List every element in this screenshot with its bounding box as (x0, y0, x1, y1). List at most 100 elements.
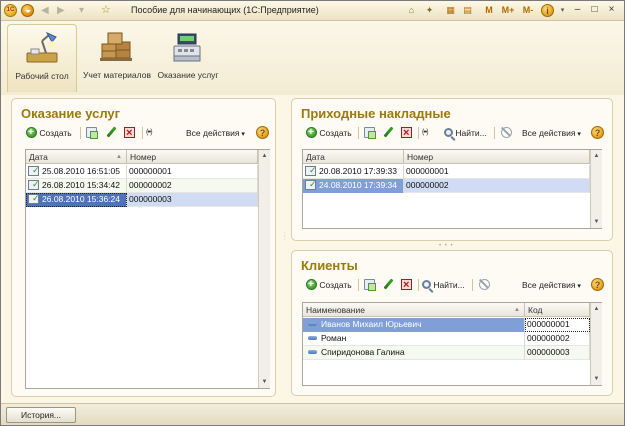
invoices-column-number[interactable]: Номер (404, 150, 590, 164)
clients-copy-button[interactable] (364, 277, 376, 293)
section-desktop[interactable]: Рабочий стол (7, 24, 77, 92)
date-text: 26.08.2010 15:36:24 (42, 194, 120, 204)
clients-toolbar: Создать Найти... Все действия ? (298, 277, 608, 293)
clients-column-code[interactable]: Код (525, 303, 590, 317)
toolbar-separator (358, 279, 359, 291)
invoices-delete-button[interactable] (401, 125, 412, 141)
clients-find-button[interactable]: Найти... (422, 277, 465, 293)
create-icon (26, 125, 37, 141)
scroll-down-icon[interactable]: ▼ (591, 216, 602, 228)
bookmark-icon[interactable]: ✦ (423, 4, 436, 17)
settings-dropdown-icon[interactable]: ▾ (556, 4, 569, 17)
date-cell: 20.08.2010 17:39:33 (303, 165, 404, 179)
calculator-icon[interactable]: ▤ (461, 4, 474, 17)
clients-edit-button[interactable] (383, 277, 394, 293)
name-text: Роман (321, 333, 347, 343)
forward-arrow-icon[interactable]: ▶ (57, 5, 65, 16)
horizontal-splitter[interactable]: • • • (439, 243, 454, 249)
services-all-actions-button[interactable]: Все действия (186, 125, 245, 141)
services-column-date[interactable]: Дата (26, 150, 127, 164)
memory-minus-button[interactable]: M- (520, 4, 536, 17)
invoices-all-actions-button[interactable]: Все действия (522, 125, 581, 141)
clients-panel: Клиенты Создать Найти... Все действия ? … (291, 250, 613, 396)
scroll-up-icon[interactable]: ▲ (259, 150, 270, 162)
services-copy-button[interactable] (86, 125, 98, 141)
scroll-up-icon[interactable]: ▲ (591, 303, 602, 315)
name-cell: Иванов Михаил Юрьевич (303, 318, 525, 332)
services-column-number[interactable]: Номер (127, 150, 258, 164)
code-cell: 000000002 (525, 332, 590, 346)
table-row[interactable]: 26.08.2010 15:34:42 000000002 (26, 179, 258, 193)
favorites-star-icon[interactable]: ☆ (101, 5, 111, 16)
close-icon[interactable]: × (605, 4, 618, 17)
invoices-link-button[interactable] (422, 125, 438, 141)
scroll-down-icon[interactable]: ▼ (259, 376, 270, 388)
invoices-title: Приходные накладные (301, 106, 451, 121)
scroll-up-icon[interactable]: ▲ (591, 150, 602, 162)
toolbar-separator (472, 279, 473, 291)
scroll-down-icon[interactable]: ▼ (591, 373, 602, 385)
info-icon[interactable]: i (541, 4, 554, 17)
home-icon[interactable]: ⌂ (405, 4, 418, 17)
invoices-scrollbar[interactable]: ▲ ▼ (590, 150, 602, 228)
services-table: Дата Номер 25.08.2010 16:51:05 000000001… (25, 149, 270, 389)
clients-column-name[interactable]: Наименование (303, 303, 525, 317)
date-text: 25.08.2010 16:51:05 (42, 166, 120, 176)
services-link-button[interactable] (146, 125, 162, 141)
link-icon (422, 125, 438, 141)
section-materials[interactable]: Учет материалов (82, 24, 152, 92)
table-row[interactable]: Иванов Михаил Юрьевич 000000001 (303, 318, 590, 332)
services-help-button[interactable]: ? (256, 126, 269, 142)
number-cell: 000000001 (127, 165, 258, 179)
clients-delete-button[interactable] (401, 277, 412, 293)
table-row[interactable]: 20.08.2010 17:39:33 000000001 (303, 165, 590, 179)
clients-scrollbar[interactable]: ▲ ▼ (590, 303, 602, 385)
invoices-cancel-find-button[interactable] (500, 125, 512, 141)
1c-logo-icon[interactable]: 1С (4, 4, 17, 17)
table-row[interactable]: Роман 000000002 (303, 332, 590, 346)
find-icon (444, 128, 453, 138)
minimize-icon[interactable]: – (571, 4, 584, 17)
back-arrow-icon[interactable]: ◀ (41, 5, 49, 16)
table-row[interactable]: 26.08.2010 15:36:24 000000003 (26, 193, 258, 207)
clients-table-header: Наименование Код (303, 303, 590, 317)
name-cell: Роман (303, 332, 525, 346)
invoices-copy-button[interactable] (364, 125, 376, 141)
invoices-help-button[interactable]: ? (591, 126, 604, 142)
number-cell: 000000002 (404, 179, 590, 193)
services-scrollbar[interactable]: ▲ ▼ (258, 150, 270, 388)
history-button[interactable]: История... (6, 407, 76, 423)
delete-icon (401, 277, 412, 293)
clients-help-button[interactable]: ? (591, 278, 604, 294)
vertical-splitter[interactable]: :: (284, 232, 288, 242)
services-edit-button[interactable] (106, 125, 117, 141)
title-bar: 1С ◀ ▶ ▾ ☆ Пособие для начинающих (1С:Пр… (1, 1, 624, 21)
date-text: 26.08.2010 15:34:42 (42, 180, 120, 190)
table-row[interactable]: 24.08.2010 17:39:34 000000002 (303, 179, 590, 193)
maximize-icon[interactable]: □ (588, 4, 601, 17)
invoices-edit-button[interactable] (383, 125, 394, 141)
invoices-find-button[interactable]: Найти... (444, 125, 487, 141)
code-cell: 000000003 (525, 346, 590, 360)
pencil-icon (383, 279, 394, 290)
services-create-button[interactable]: Создать (26, 125, 72, 141)
table-row[interactable]: 25.08.2010 16:51:05 000000001 (26, 165, 258, 179)
toolbar-separator (358, 127, 359, 139)
table-row[interactable]: Спиридонова Галина 000000003 (303, 346, 590, 360)
clients-cancel-find-button[interactable] (478, 277, 490, 293)
calendar-icon[interactable]: ▦ (444, 4, 457, 17)
history-dropdown-icon[interactable]: ▾ (79, 5, 84, 16)
section-services[interactable]: Оказание услуг (153, 24, 223, 92)
clients-create-label: Создать (319, 280, 352, 290)
invoices-column-date[interactable]: Дата (303, 150, 404, 164)
clients-title: Клиенты (301, 258, 358, 273)
main-menu-icon[interactable] (21, 4, 34, 17)
code-cell: 000000001 (525, 318, 590, 332)
memory-button[interactable]: M (483, 4, 495, 17)
invoices-create-button[interactable]: Создать (306, 125, 352, 141)
memory-plus-button[interactable]: M+ (500, 4, 516, 17)
clients-all-actions-button[interactable]: Все действия (522, 277, 581, 293)
services-delete-button[interactable] (124, 125, 135, 141)
clients-create-button[interactable]: Создать (306, 277, 352, 293)
bottom-bar: История... (1, 403, 624, 425)
